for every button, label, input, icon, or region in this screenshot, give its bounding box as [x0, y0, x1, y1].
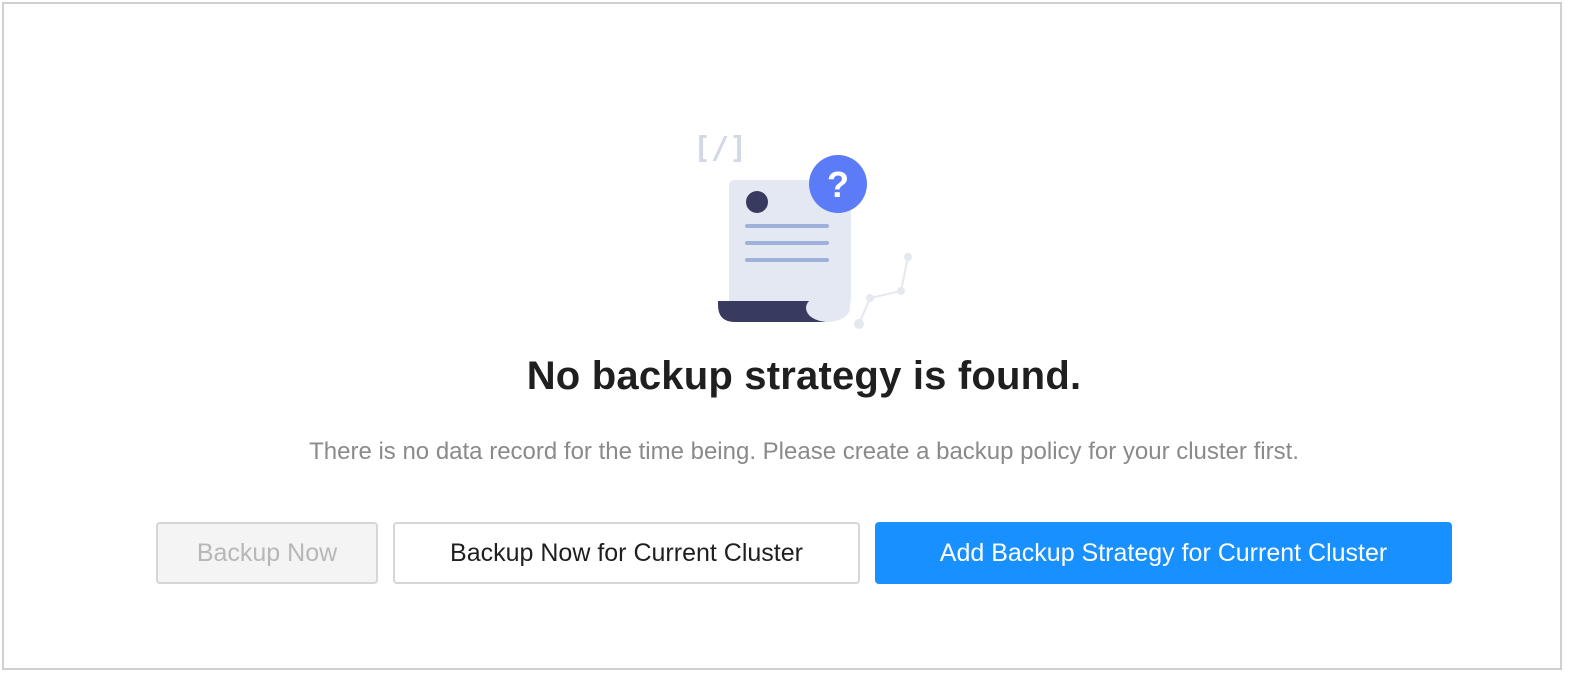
question-glyph: ?	[827, 164, 849, 205]
add-backup-strategy-button[interactable]: Add Backup Strategy for Current Cluster	[875, 522, 1452, 584]
empty-state-description: There is no data record for the time bei…	[309, 438, 1299, 465]
paper-line	[745, 224, 829, 228]
document-question-icon: [/] ?	[693, 131, 912, 329]
backup-now-button[interactable]: Backup Now	[156, 522, 378, 584]
sparkle-dot	[897, 287, 905, 295]
paper-curl	[806, 294, 850, 322]
code-glyph: [/]	[693, 131, 747, 166]
sparkle-dot	[866, 294, 874, 302]
paper-line	[745, 241, 829, 245]
empty-state-illustration: [/] ?	[685, 126, 925, 336]
backup-now-current-cluster-button[interactable]: Backup Now for Current Cluster	[393, 522, 860, 584]
action-bar: Backup Now Backup Now for Current Cluste…	[0, 522, 1596, 584]
paper-line	[745, 258, 829, 262]
sparkle-dot	[904, 253, 912, 261]
empty-state-title: No backup strategy is found.	[526, 354, 1082, 398]
sparkle-dot	[854, 319, 864, 329]
paper-dot	[746, 191, 768, 213]
